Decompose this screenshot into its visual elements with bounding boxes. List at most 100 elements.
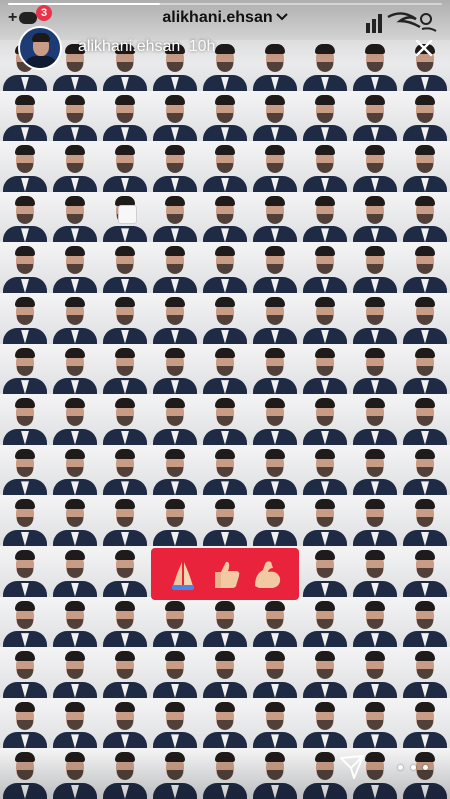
portrait-tile [400,90,450,142]
portrait-tile [350,343,400,395]
portrait-tile [200,292,250,344]
portrait-tile [0,343,50,395]
portrait-tile [400,697,450,749]
portrait-tile [0,394,50,445]
portrait-tile [300,647,350,698]
folded-hands-icon [172,562,194,590]
portrait-tile [300,545,350,597]
portrait-tile [100,292,150,344]
portrait-tile [150,292,200,344]
portrait-tile [200,697,250,749]
portrait-tile [350,596,400,648]
portrait-tile [150,191,200,243]
portrait-tile [350,545,400,597]
portrait-tile [0,596,50,648]
portrait-tile [250,242,300,293]
portrait-tile [300,596,350,648]
portrait-tile [250,90,300,142]
story-progress-bar [8,3,442,5]
portrait-tile [300,697,350,749]
more-options-icon[interactable] [398,760,428,774]
portrait-tile [250,394,300,445]
emoji-sticker[interactable] [151,548,299,600]
story-image-grid [0,40,450,799]
portrait-tile [400,343,450,395]
portrait-tile [0,545,50,597]
portrait-tile [0,242,50,293]
portrait-tile [400,394,450,445]
portrait-tile [400,191,450,243]
portrait-tile [100,444,150,496]
portrait-tile [300,495,350,546]
portrait-tile [150,242,200,293]
top-username-label: alikhani.ehsan [162,9,273,26]
portrait-tile [250,191,300,243]
portrait-tile [350,697,400,749]
portrait-tile [0,292,50,344]
portrait-tile [350,292,400,344]
portrait-tile [350,647,400,698]
portrait-tile [300,242,350,293]
thumbs-up-icon [215,561,240,588]
portrait-tile [300,90,350,142]
portrait-tile [0,444,50,496]
portrait-tile [150,394,200,445]
portrait-tile [200,191,250,243]
portrait-tile [400,545,450,597]
portrait-tile [300,141,350,192]
portrait-tile [350,90,400,142]
portrait-tile [100,242,150,293]
portrait-tile [250,697,300,749]
portrait-tile [250,141,300,192]
portrait-tile [50,90,100,142]
story-bottom-gradient [0,749,450,799]
portrait-tile [300,343,350,395]
chevron-down-icon[interactable] [275,10,288,24]
portrait-tile [350,141,400,192]
story-user-info[interactable]: alikhani.ehsan 10h [78,38,215,56]
portrait-tile [50,444,100,496]
portrait-tile [300,292,350,344]
portrait-tile [250,495,300,546]
close-icon[interactable] [414,38,434,58]
portrait-tile [300,444,350,496]
portrait-tile [100,647,150,698]
portrait-tile [50,394,100,445]
portrait-tile [0,141,50,192]
portrait-tile [50,495,100,546]
portrait-tile [400,444,450,496]
story-username: alikhani.ehsan [78,38,181,55]
portrait-tile [400,495,450,546]
portrait-tile [350,444,400,496]
portrait-tile [350,495,400,546]
portrait-tile [200,596,250,648]
checkbox-icon [118,205,137,224]
portrait-tile [100,141,150,192]
portrait-tile [200,343,250,395]
portrait-tile [100,545,150,597]
portrait-tile [200,394,250,445]
portrait-tile [50,242,100,293]
portrait-tile [100,697,150,749]
portrait-tile [0,697,50,749]
portrait-tile [50,545,100,597]
portrait-tile [150,141,200,192]
portrait-tile [400,141,450,192]
portrait-tile [150,697,200,749]
send-icon[interactable] [338,753,366,781]
portrait-tile [200,495,250,546]
portrait-tile [400,242,450,293]
portrait-tile [250,647,300,698]
portrait-tile [200,141,250,192]
portrait-tile [250,292,300,344]
avatar[interactable] [18,26,62,70]
portrait-tile [150,444,200,496]
portrait-tile [400,596,450,648]
portrait-tile [50,191,100,243]
portrait-tile [300,394,350,445]
portrait-tile [50,647,100,698]
story-progress-fill [8,3,160,5]
portrait-tile [200,444,250,496]
portrait-tile [250,343,300,395]
portrait-tile [50,697,100,749]
